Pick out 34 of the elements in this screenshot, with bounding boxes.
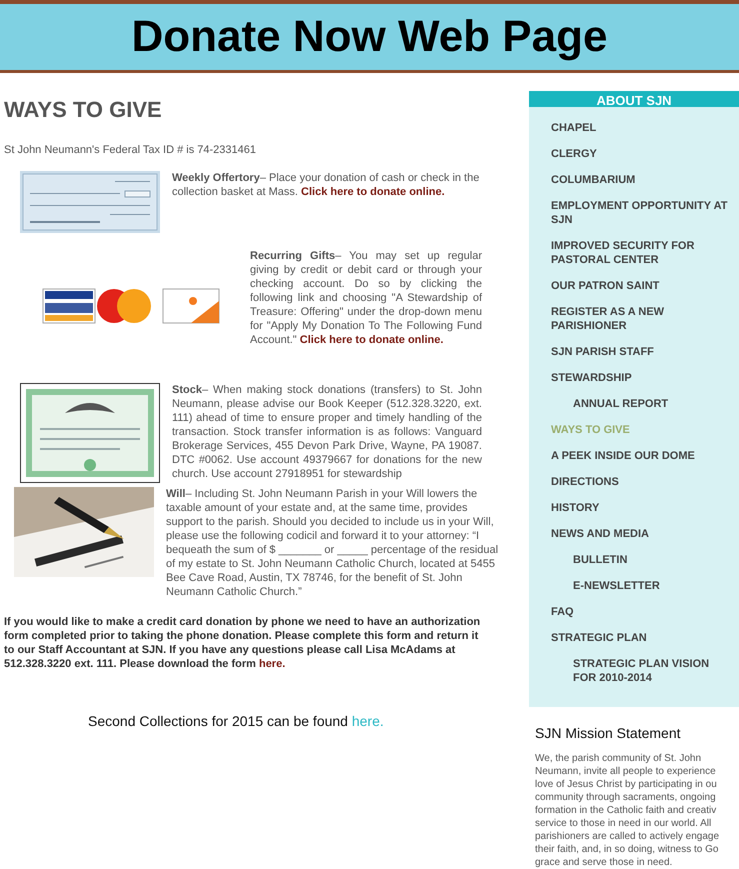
nav-item[interactable]: DIRECTIONS [529, 469, 739, 495]
nav-item[interactable]: NEWS AND MEDIA [529, 521, 739, 547]
paragraph: Recurring Gifts– You may set up regular giving by credit or debit card or through your checking account. Do so by clicking the following link and choosing "A Stewardship of Treasure: Offering" under the drop-down menu for "Apply My Donation To The Following Fund Account." Click here to donate online. [250, 248, 482, 348]
tax-id-text: St John Neumann's Federal Tax ID # is 74-2331461 [4, 143, 257, 158]
nav-item[interactable]: STEWARDSHIP [529, 365, 739, 391]
phone-donation-note: If you would like to make a credit card donation by phone we need to have an authorization form completed prior to taking the phone donation. Please complete this form and return it to our Staff Accountant at SJN. If you have any questions please call Lisa McAdams at 512.328.3220 ext. 111. Please download the form here. [4, 614, 482, 670]
paragraph: Will– Including St. John Neumann Parish in your Will lowers the taxable amount of your estate and, at the same time, provides support to the parish. Should you decided to include us in your Will, please use the following codicil and forward it to your attorney: “I bequeath the sum of $ _______ or _____ percentage of the residual of my estate to St. John Neumann Catholic Church, located at 5455 Bee Cave Road, Austin, TX 78746, for the benefit of St. John Neumann Catholic Church.” [166, 486, 500, 598]
nav-item[interactable]: HISTORY [529, 495, 739, 521]
nav-item[interactable]: OUR PATRON SAINT [529, 273, 739, 299]
paragraph: Stock– When making stock donations (transfers) to St. John Neumann, please advise our Book Keeper (512.328.3220, ext. 111) ahead of time to ensure proper and timely handling of the transaction. Stock transfer information is as follows: Vanguard Brokerage Services, 455 Devon Park Drive, Wayne, PA 19087. DTC #0062. Use account 49379667 for donations for the new church. Use account 27918951 for stewardship [172, 382, 482, 482]
nav-item[interactable]: CLERGY [529, 141, 739, 167]
nav-item[interactable]: A PEEK INSIDE OUR DOME [529, 443, 739, 469]
nav-item[interactable]: STRATEGIC PLAN [529, 625, 739, 651]
donate-link[interactable]: Click here to donate online. [300, 334, 444, 346]
second-collections-text: Second Collections for 2015 can be found here. [88, 712, 385, 730]
download-link[interactable]: here. [258, 658, 286, 670]
nav-item[interactable]: E-NEWSLETTER [529, 573, 739, 599]
mission-title: SJN Mission Statement [535, 724, 682, 743]
nav-item[interactable]: EMPLOYMENT OPPORTUNITY AT SJN [529, 193, 739, 233]
nav-item[interactable]: FAQ [529, 599, 739, 625]
mission-text: We, the parish community of St. John Neumann, invite all people to experience love of Jesus Christ by participating in ou community through sacraments, ongoing formation in the Catholic faith and creativ service to those in need in our world. All parishioners are called to actively engage their faith, and, in so doing, witness to Go grace and serve those in need. [535, 752, 720, 869]
nav-item[interactable]: SJN PARISH STAFF [529, 339, 739, 365]
nav-item[interactable]: REGISTER AS A NEW PARISHIONER [529, 299, 739, 339]
nav-item[interactable]: BULLETIN [529, 547, 739, 573]
banner-title: Donate Now Web Page [132, 11, 608, 63]
nav-item[interactable]: STRATEGIC PLAN VISION FOR 2010-2014 [529, 651, 739, 691]
page-heading: WAYS TO GIVE [4, 96, 163, 124]
nav-header: ABOUT SJN [529, 91, 739, 107]
nav-item[interactable]: IMPROVED SECURITY FOR PASTORAL CENTER [529, 233, 739, 273]
nav-item[interactable]: COLUMBARIUM [529, 167, 739, 193]
donate-link[interactable]: Click here to donate online. [301, 186, 445, 198]
nav-item[interactable]: ANNUAL REPORT [529, 391, 739, 417]
nav-item[interactable]: CHAPEL [529, 115, 739, 141]
paragraph: Weekly Offertory– Place your donation of cash or check in the collection basket at Mass. Click here to donate online. [172, 170, 480, 200]
